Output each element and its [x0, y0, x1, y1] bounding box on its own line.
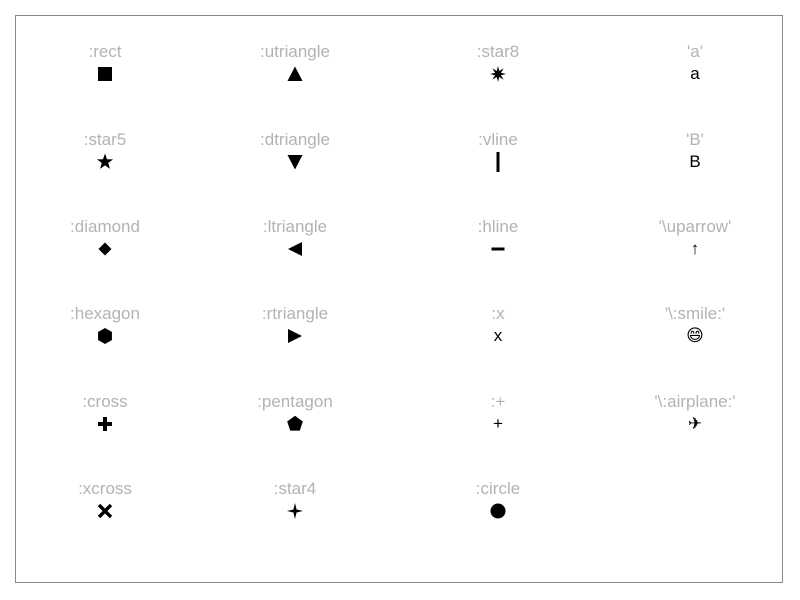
marker-label: :rect — [88, 42, 122, 61]
marker-label: :hexagon — [70, 304, 140, 323]
marker-cell: :circle — [408, 479, 588, 539]
marker-label: :diamond — [70, 217, 140, 236]
circle-marker-icon — [408, 501, 588, 521]
star8-icon — [490, 66, 506, 82]
marker-cell: '\uparrow' ↑ — [605, 217, 785, 277]
marker-label: :star4 — [273, 479, 317, 498]
marker-cell: :xcross — [15, 479, 195, 539]
vline-marker-icon — [408, 152, 588, 172]
marker-cell: :star5 — [15, 130, 195, 190]
utriangle-marker-icon — [205, 64, 385, 84]
marker-cell: 'a' a — [605, 42, 785, 102]
glyph-text: ↑ — [690, 239, 700, 258]
cross-marker-icon — [15, 414, 195, 434]
hexagon-marker-icon — [15, 326, 195, 346]
hline-icon — [491, 247, 505, 251]
star4-marker-icon — [205, 501, 385, 521]
marker-cell: :vline — [408, 130, 588, 190]
dtriangle-icon — [287, 155, 303, 170]
dtriangle-marker-icon — [205, 152, 385, 172]
marker-cell: :star4 — [205, 479, 385, 539]
marker-cell: '\:airplane:' ✈ — [605, 392, 785, 452]
ltriangle-icon — [288, 242, 302, 256]
marker-cell: :x x — [408, 304, 588, 364]
hline-marker-icon — [408, 239, 588, 259]
marker-label: 'B' — [686, 130, 704, 149]
glyph-text: a — [690, 64, 700, 83]
marker-label: :+ — [490, 392, 506, 411]
marker-cell: '\:smile:' 😄 — [605, 304, 785, 364]
marker-cell: :cross — [15, 392, 195, 452]
rect-icon — [98, 67, 112, 81]
marker-label: :rtriangle — [261, 304, 329, 323]
glyph-text: ✈ — [687, 414, 703, 433]
glyph-text: x — [493, 326, 503, 345]
marker-glyph: + — [408, 414, 588, 434]
marker-cell: :diamond — [15, 217, 195, 277]
utriangle-icon — [287, 66, 303, 81]
xcross-marker-icon — [15, 501, 195, 521]
star8-marker-icon — [408, 64, 588, 84]
star5-icon — [96, 153, 114, 169]
rect-marker-icon — [15, 64, 195, 84]
hexagon-icon — [98, 328, 112, 344]
ltriangle-marker-icon — [205, 239, 385, 259]
marker-label: :x — [491, 304, 505, 323]
glyph-text: B — [689, 152, 701, 171]
marker-label: '\uparrow' — [658, 217, 732, 236]
rtriangle-marker-icon — [205, 326, 385, 346]
marker-label: :xcross — [78, 479, 132, 498]
glyph-text: + — [493, 414, 503, 433]
rtriangle-icon — [288, 329, 302, 343]
diamond-marker-icon — [15, 239, 195, 259]
marker-glyph: B — [605, 152, 785, 172]
star5-marker-icon — [15, 152, 195, 172]
pentagon-icon — [287, 415, 303, 431]
marker-cell: :rect — [15, 42, 195, 102]
marker-glyph: 😄 — [605, 326, 785, 346]
marker-glyph: ↑ — [605, 239, 785, 259]
marker-cell: :pentagon — [205, 392, 385, 452]
marker-label: :hline — [477, 217, 519, 236]
marker-label: :circle — [475, 479, 521, 498]
glyph-text: 😄 — [686, 326, 704, 345]
circle-icon — [490, 503, 506, 519]
marker-cell: :star8 — [408, 42, 588, 102]
marker-label: '\:smile:' — [664, 304, 726, 323]
marker-label: :pentagon — [257, 392, 333, 411]
marker-label: :dtriangle — [260, 130, 330, 149]
marker-cell: 'B' B — [605, 130, 785, 190]
marker-label: 'a' — [687, 42, 703, 61]
marker-label: :ltriangle — [262, 217, 328, 236]
pentagon-marker-icon — [205, 414, 385, 434]
marker-cell: :hline — [408, 217, 588, 277]
marker-glyph: x — [408, 326, 588, 346]
marker-label: :utriangle — [260, 42, 330, 61]
xcross-icon — [97, 503, 113, 519]
marker-label: :star5 — [83, 130, 127, 149]
marker-glyph: ✈ — [605, 414, 785, 434]
cross-icon — [98, 417, 112, 431]
marker-cell: :ltriangle — [205, 217, 385, 277]
marker-glyph: a — [605, 64, 785, 84]
diamond-icon — [98, 242, 112, 256]
marker-label: '\:airplane:' — [654, 392, 736, 411]
marker-cell: :hexagon — [15, 304, 195, 364]
vline-icon — [496, 152, 500, 172]
marker-label: :cross — [82, 392, 128, 411]
marker-label: :star8 — [476, 42, 520, 61]
marker-cell: :dtriangle — [205, 130, 385, 190]
plot-frame: :rect :star5 :diamond :hexagon :cross :xcross… — [15, 15, 783, 583]
star4-icon — [287, 503, 303, 519]
marker-label: :vline — [478, 130, 518, 149]
marker-cell: :utriangle — [205, 42, 385, 102]
marker-cell: :rtriangle — [205, 304, 385, 364]
marker-cell: :+ + — [408, 392, 588, 452]
